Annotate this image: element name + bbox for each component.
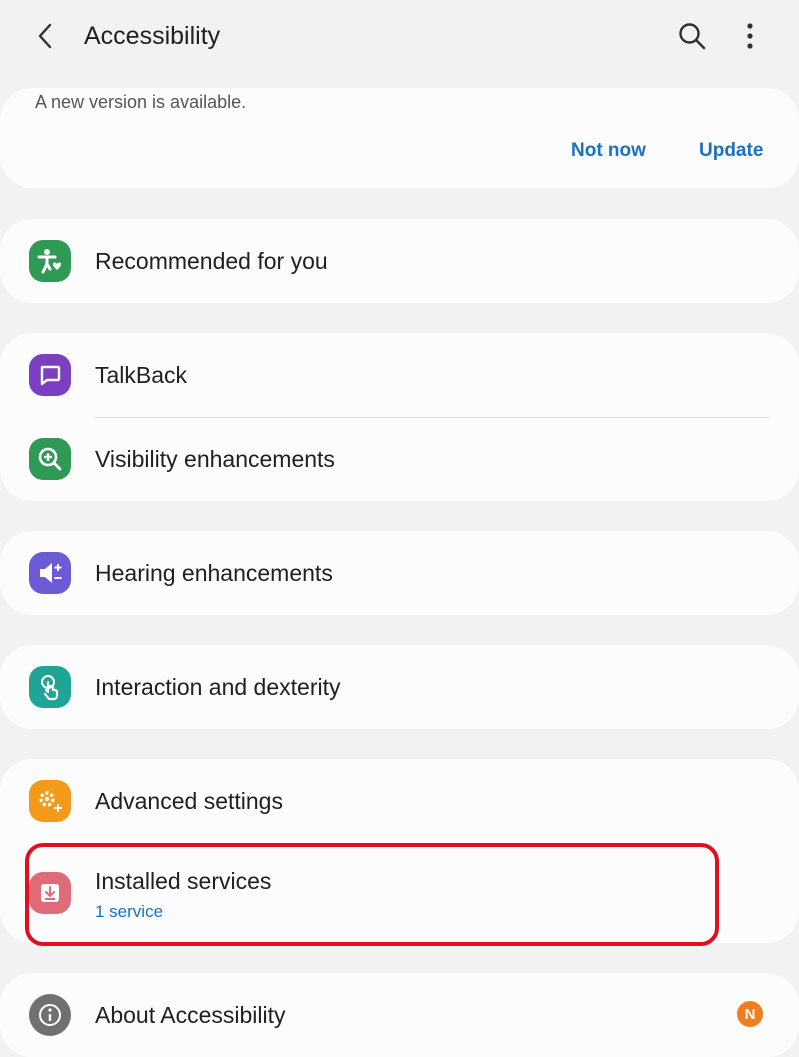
not-now-button[interactable]: Not now [571,140,646,162]
menu-item-label: Advanced settings [95,788,283,814]
update-message: A new version is available. [35,92,247,112]
menu-item-hearing[interactable]: Hearing enhancements [0,531,799,615]
chevron-left-icon [38,23,52,49]
menu-item-label: About Accessibility [95,1002,286,1028]
menu-item-recommended[interactable]: Recommended for you [0,219,799,303]
menu-item-label: TalkBack [95,362,188,388]
page-title: Accessibility [84,22,221,50]
speaker-plus-minus-icon [29,552,71,594]
touch-hand-icon [29,666,71,708]
recommended-card: Recommended for you [0,219,799,303]
download-box-icon [29,872,71,914]
info-icon [29,994,71,1036]
more-vertical-icon [747,23,753,49]
menu-item-talkback[interactable]: TalkBack [0,333,799,417]
speech-bubble-icon [29,354,71,396]
update-button[interactable]: Update [699,140,763,162]
menu-item-interaction[interactable]: Interaction and dexterity [0,645,799,729]
search-button[interactable] [670,14,714,58]
vision-card: TalkBack Visibility enhancements [0,333,799,501]
menu-item-installed-services[interactable]: Installed services 1 service [0,843,799,943]
menu-item-label: Interaction and dexterity [95,674,341,700]
zoom-plus-icon [29,438,71,480]
new-badge: N [737,1001,763,1027]
menu-item-label: Visibility enhancements [95,446,335,472]
menu-item-about[interactable]: About Accessibility [0,973,799,1057]
more-options-button[interactable] [728,14,772,58]
menu-item-sublabel: 1 service [95,902,164,921]
back-button[interactable] [24,14,68,58]
about-card: About Accessibility [0,973,799,1057]
top-app-bar: Accessibility [0,0,799,72]
menu-item-label: Installed services [95,868,272,894]
update-card: A new version is available. Not now Upda… [0,88,799,188]
advanced-card: Advanced settings Installed services 1 s… [0,759,799,943]
hearing-card: Hearing enhancements [0,531,799,615]
search-icon [679,23,706,50]
interaction-card: Interaction and dexterity [0,645,799,729]
menu-item-label: Hearing enhancements [95,560,333,586]
menu-item-label: Recommended for you [95,248,328,274]
gears-plus-icon [29,780,71,822]
accessibility-person-icon [29,240,71,282]
menu-item-advanced[interactable]: Advanced settings [0,759,799,843]
menu-item-visibility[interactable]: Visibility enhancements [0,417,799,501]
